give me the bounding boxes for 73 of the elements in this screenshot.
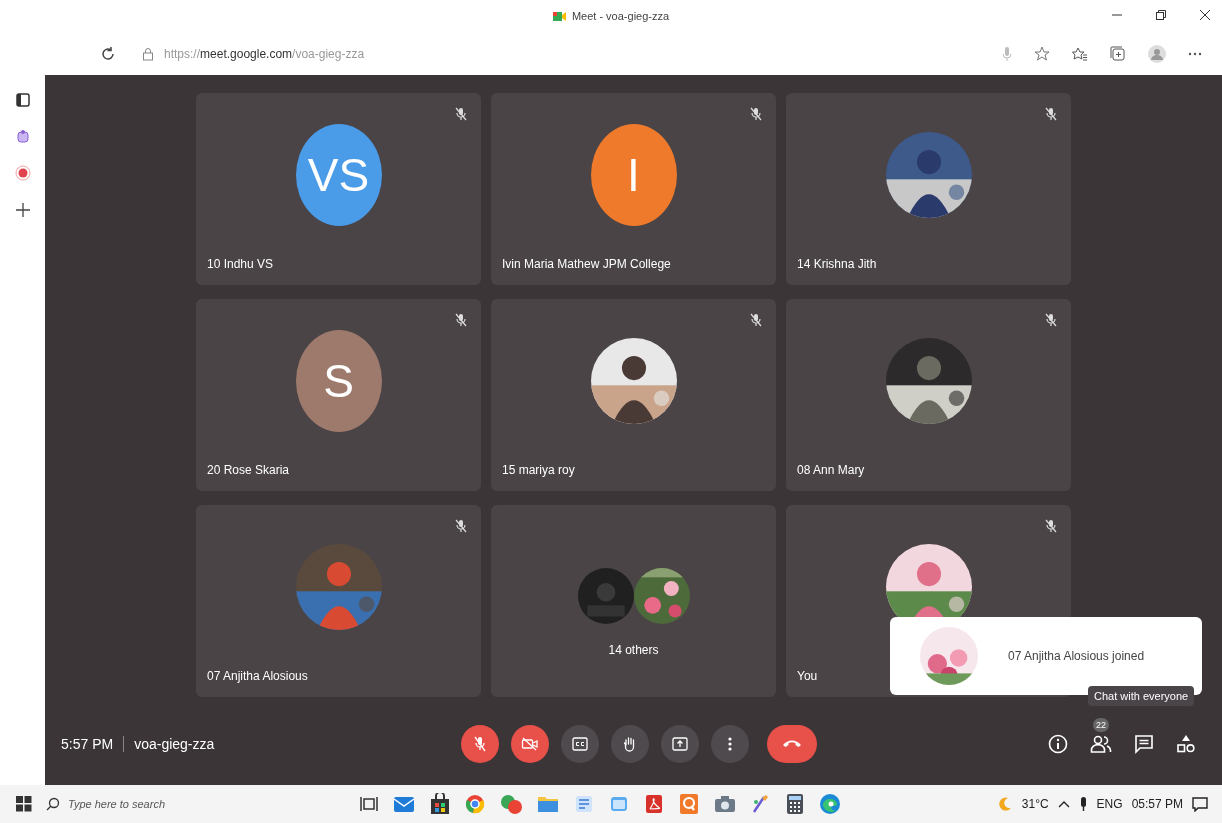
present-button[interactable] [661,725,699,763]
participant-name: 08 Ann Mary [796,463,866,479]
collections-icon[interactable] [1110,45,1126,62]
lock-icon[interactable] [142,46,154,61]
restore-button[interactable] [1155,9,1167,21]
more-options-button[interactable] [711,725,749,763]
meeting-time: 5:57 PM [61,736,114,752]
activities-icon[interactable] [1176,734,1196,754]
tab-actions-icon[interactable] [15,93,30,107]
participant-name: 15 mariya roy [501,463,576,479]
camera-icon [521,737,539,751]
avatar: S [295,330,382,432]
document-icon[interactable] [574,794,594,814]
search-icon [46,797,60,811]
microphone-icon [473,736,487,752]
video-camera-icon [552,10,566,22]
camera-icon[interactable] [714,795,736,813]
shopping-bag-icon[interactable] [430,793,450,815]
window-title: Meet - voa-gieg-zza [552,10,670,22]
pdf-icon[interactable] [644,794,664,814]
participant-count-badge: 22 [1093,718,1109,732]
calculator-icon[interactable] [786,793,804,815]
participant-name: 10 Indhu VS [206,257,275,273]
participant-name: 14 Krishna Jith [796,257,878,273]
participant-name: 14 others [607,643,660,657]
captions-icon [572,737,588,751]
notifications-icon[interactable] [1192,796,1208,812]
chat-icon[interactable] [1134,734,1154,754]
captions-button[interactable] [561,725,599,763]
people-icon[interactable] [1090,734,1112,754]
close-button[interactable] [1199,9,1211,21]
tooltip: Chat with everyone [1088,686,1195,706]
add-icon[interactable] [15,203,30,217]
edge-browser-icon[interactable] [819,793,841,815]
present-icon [672,737,688,751]
participant-name: 20 Rose Skaria [206,463,291,479]
star-icon[interactable] [1034,45,1050,62]
participant-name: Ivin Maria Mathew JPM College [501,257,672,273]
q-app-icon[interactable] [679,793,699,815]
folder-icon[interactable] [537,795,559,813]
avatar: VS [295,124,382,226]
more-icon[interactable] [1188,51,1202,56]
avatar: I [590,124,677,226]
url-field[interactable]: https://meet.google.com/voa-gieg-zza [164,46,365,61]
more-icon [728,737,732,751]
chat-bubbles-icon[interactable] [500,793,522,815]
microphone-button[interactable] [461,725,499,763]
clock[interactable]: 05:57 PM [1131,797,1183,811]
chevron-up-icon[interactable] [1057,800,1070,808]
hand-icon [623,736,637,752]
toast-message: 07 Anjitha Alosious joined [1008,649,1145,663]
participant-name: You [796,669,819,685]
camera-button[interactable] [511,725,549,763]
participant-name: 07 Anjitha Alosious [206,669,309,685]
temperature[interactable]: 31°C [1021,797,1049,811]
paint-brush-icon[interactable] [751,794,771,814]
extension-icon[interactable] [16,129,29,143]
microphone-icon[interactable] [1078,796,1088,812]
profile-icon[interactable] [1148,44,1166,63]
windows-start-icon[interactable] [16,796,32,812]
browser-icon[interactable] [465,794,485,814]
phone-icon [782,739,802,749]
reload-icon[interactable] [100,45,116,62]
raise-hand-button[interactable] [611,725,649,763]
meeting-code: voa-gieg-zza [134,736,215,752]
task-view-icon[interactable] [360,795,378,813]
record-icon[interactable] [14,165,31,181]
taskbar-search-field[interactable]: Type here to search [66,797,270,811]
language-indicator[interactable]: ENG [1096,797,1123,811]
info-icon[interactable] [1048,734,1068,754]
mail-icon[interactable] [393,794,415,814]
end-call-button[interactable] [767,725,817,763]
favorites-icon[interactable] [1072,45,1088,62]
